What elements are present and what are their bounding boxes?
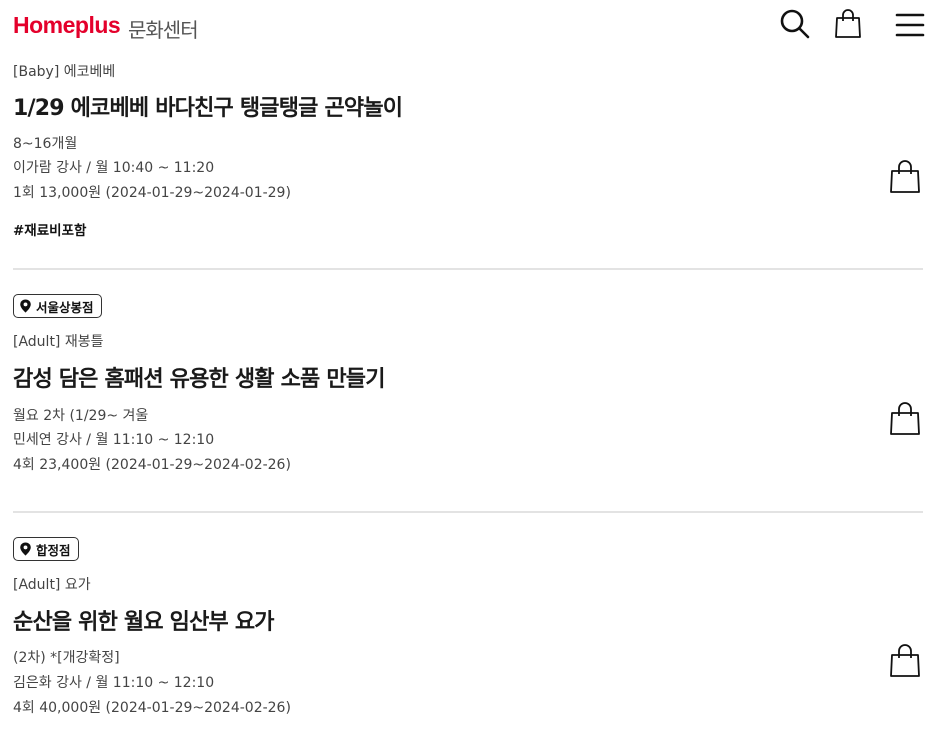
cart-icon[interactable] (889, 642, 921, 678)
course-category: [Baby] 에코베베 (13, 64, 116, 80)
branch-name: 서울상봉점 (36, 299, 94, 315)
course-price-period: 1회 13,000원 (2024-01-29~2024-01-29) (13, 185, 291, 201)
shopping-bag-icon[interactable] (833, 8, 863, 40)
course-category: [Adult] 재봉틀 (13, 334, 104, 350)
homeplus-logo[interactable]: Homeplus (13, 12, 121, 39)
cart-icon[interactable] (889, 400, 921, 436)
course-schedule: 월요 2차 (1/29~ 겨울 (13, 408, 149, 424)
course-title[interactable]: 감성 담은 홈패션 유용한 생활 소품 만들기 (13, 361, 385, 393)
course-tag: #재료비포함 (13, 223, 87, 239)
course-title[interactable]: 순산을 위한 월요 임산부 요가 (13, 604, 275, 636)
course-item[interactable]: 합정점 [Adult] 요가 순산을 위한 월요 임산부 요가 (2차) *[개… (13, 513, 923, 733)
branch-badge: 서울상봉점 (13, 294, 102, 318)
header: Homeplus 문화센터 (0, 0, 939, 52)
cart-icon[interactable] (889, 158, 921, 194)
course-item[interactable]: 서울상봉점 [Adult] 재봉틀 감성 담은 홈패션 유용한 생활 소품 만들… (13, 270, 923, 510)
course-instructor-time: 민세연 강사 / 월 11:10 ~ 12:10 (13, 432, 215, 448)
search-icon[interactable] (779, 8, 811, 40)
course-category: [Adult] 요가 (13, 577, 91, 593)
course-instructor-time: 이가람 강사 / 월 10:40 ~ 11:20 (13, 160, 215, 176)
course-title[interactable]: 1/29 에코베베 바다친구 탱글탱글 곤약놀이 (13, 90, 403, 122)
course-target: 8~16개월 (13, 136, 78, 152)
course-price-period: 4회 23,400원 (2024-01-29~2024-02-26) (13, 457, 291, 473)
course-instructor-time: 김은화 강사 / 월 11:10 ~ 12:10 (13, 675, 215, 691)
course-price-period: 4회 40,000원 (2024-01-29~2024-02-26) (13, 700, 291, 716)
course-item[interactable]: [Baby] 에코베베 1/29 에코베베 바다친구 탱글탱글 곤약놀이 8~1… (13, 52, 923, 268)
location-pin-icon (20, 299, 31, 313)
location-pin-icon (20, 542, 31, 556)
menu-icon[interactable] (894, 8, 926, 40)
culture-center-label[interactable]: 문화센터 (128, 14, 199, 43)
branch-name: 합정점 (36, 542, 71, 558)
course-schedule: (2차) *[개강확정] (13, 650, 120, 666)
branch-badge: 합정점 (13, 537, 79, 561)
